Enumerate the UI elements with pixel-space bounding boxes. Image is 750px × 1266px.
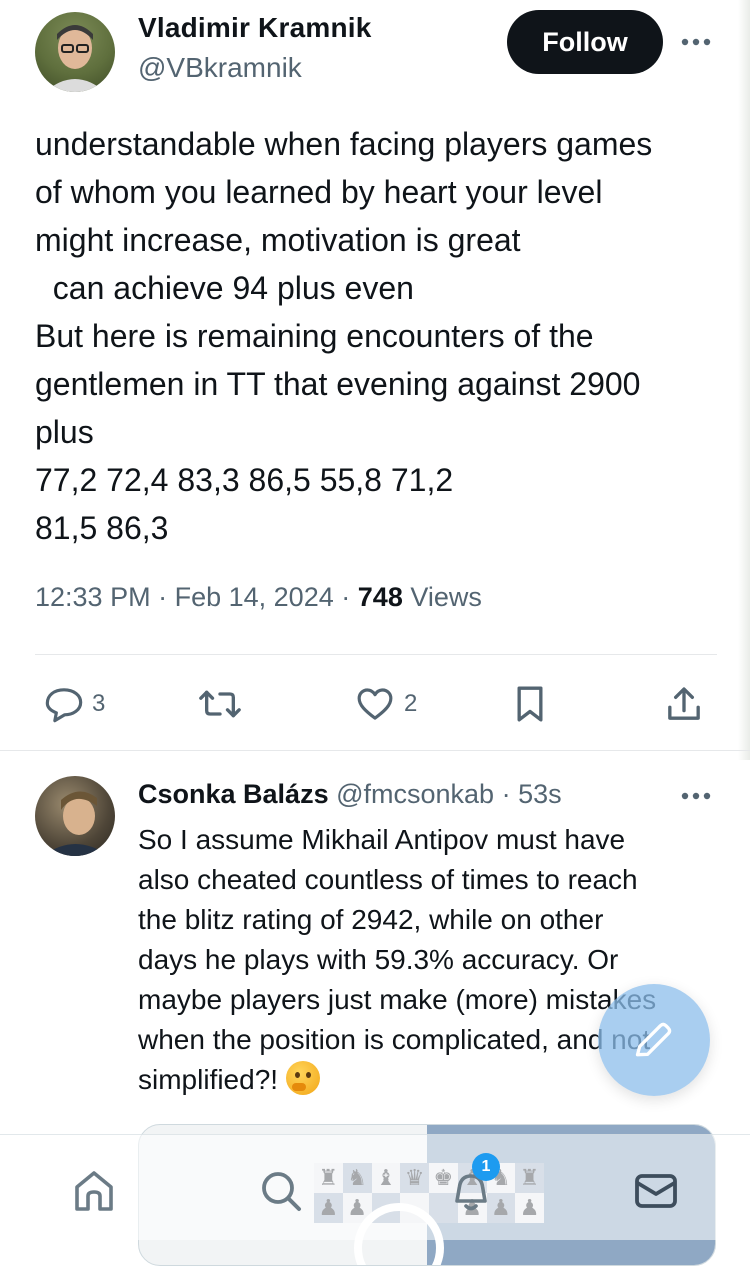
window-edge xyxy=(738,0,750,760)
notification-badge: 1 xyxy=(472,1153,500,1181)
follow-button[interactable]: Follow xyxy=(507,10,663,74)
meta-separator: · xyxy=(341,582,351,612)
tweet-text-line: gentlemen in TT that evening against 290… xyxy=(35,366,641,402)
reply-author-avatar[interactable] xyxy=(35,776,115,856)
search-icon[interactable] xyxy=(255,1165,307,1217)
tweet-text-line: 81,5 86,3 xyxy=(35,510,169,546)
bookmark-button[interactable] xyxy=(510,682,550,726)
tweet-time[interactable]: 12:33 PM xyxy=(35,582,151,612)
reply-author-name[interactable]: Csonka Balázs xyxy=(138,779,329,809)
like-button[interactable]: 2 xyxy=(354,682,417,726)
tweet-text-line: plus xyxy=(35,414,94,450)
compose-button[interactable] xyxy=(598,984,710,1096)
reply-text-fragment: simplified?! xyxy=(138,1064,286,1095)
bottom-nav xyxy=(0,1134,750,1240)
reply-text-line: So I assume Mikhail Antipov must have xyxy=(138,824,626,855)
heart-icon xyxy=(357,688,393,720)
avatar-photo-icon xyxy=(43,791,109,856)
reply-time[interactable]: 53s xyxy=(518,779,562,809)
reply-text-line: the blitz rating of 2942, while on other xyxy=(138,904,604,935)
reply-text-line: also cheated countless of times to reach xyxy=(138,864,638,895)
tweet-text-line: can achieve 94 plus even xyxy=(35,270,414,306)
tweet-text-line: 77,2 72,4 83,3 86,5 55,8 71,2 xyxy=(35,462,454,498)
thinking-face-icon xyxy=(285,1061,320,1095)
more-options-icon[interactable] xyxy=(678,24,714,60)
reply-count: 3 xyxy=(92,690,106,717)
avatar-photo-icon xyxy=(45,25,105,92)
reply-button[interactable]: 3 xyxy=(44,682,105,726)
tweet-text: understandable when facing players games… xyxy=(35,120,725,552)
reply-icon xyxy=(45,688,83,723)
tweet-text-line: But here is remaining encounters of the xyxy=(35,318,594,354)
tweet-text-line: of whom you learned by heart your level xyxy=(35,174,603,210)
meta-separator: · xyxy=(501,779,511,809)
tweet-meta: 12:33 PM · Feb 14, 2024 · 748 Views xyxy=(35,582,482,613)
compose-icon xyxy=(635,1022,672,1057)
reply-text-line: days he plays with 59.3% accuracy. Or xyxy=(138,944,619,975)
share-icon xyxy=(668,687,700,720)
messages-icon[interactable] xyxy=(630,1165,682,1217)
author-name[interactable]: Vladimir Kramnik xyxy=(138,12,372,44)
author-handle[interactable]: @VBkramnik xyxy=(138,52,302,84)
meta-separator: · xyxy=(158,582,168,612)
like-count: 2 xyxy=(404,690,418,717)
bookmark-icon xyxy=(517,686,543,722)
share-button[interactable] xyxy=(664,682,704,726)
author-avatar[interactable] xyxy=(35,12,115,92)
reply-author-handle[interactable]: @fmcsonkab xyxy=(336,779,494,809)
views-label[interactable]: Views xyxy=(410,582,482,612)
home-icon[interactable] xyxy=(68,1165,120,1217)
tweet-text-line: might increase, motivation is great xyxy=(35,222,521,258)
tweet-text-line: understandable when facing players games xyxy=(35,126,653,162)
views-count[interactable]: 748 xyxy=(358,582,403,612)
tweet-date[interactable]: Feb 14, 2024 xyxy=(175,582,334,612)
more-options-icon[interactable] xyxy=(678,778,714,814)
divider xyxy=(0,750,750,751)
reply-header: Csonka Balázs @fmcsonkab · 53s xyxy=(138,779,562,810)
repost-button[interactable] xyxy=(198,682,242,726)
divider xyxy=(35,654,717,655)
repost-icon xyxy=(199,690,241,718)
